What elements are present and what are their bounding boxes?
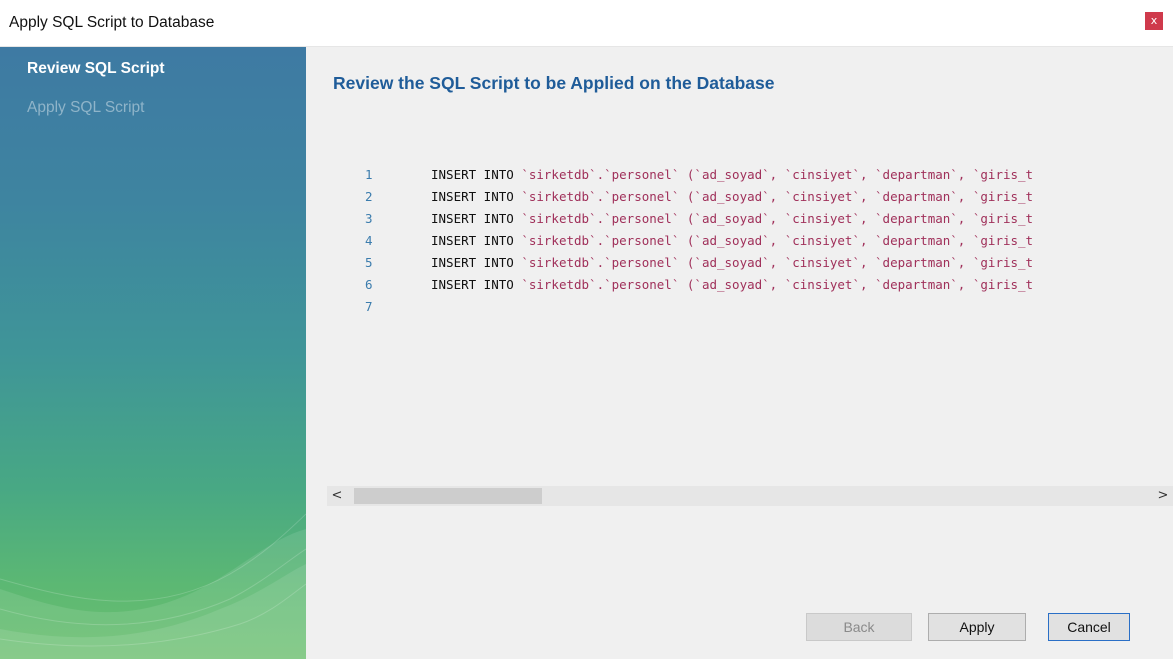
sql-statement-text: `sirketdb`.`personel` (`ad_soyad`, `cins… — [513, 255, 1034, 270]
sql-keyword: INSERT INTO — [431, 277, 514, 292]
line-number: 7 — [365, 299, 373, 314]
sql-keyword: INSERT INTO — [431, 211, 514, 226]
page-heading: Review the SQL Script to be Applied on t… — [333, 73, 775, 93]
window-title: Apply SQL Script to Database — [9, 14, 215, 31]
line-number: 1 — [365, 167, 373, 182]
line-number: 5 — [365, 255, 373, 270]
apply-button[interactable]: Apply — [928, 613, 1026, 641]
scroll-right-icon[interactable]: > — [1153, 486, 1173, 506]
horizontal-scrollbar[interactable]: < > — [327, 486, 1173, 506]
main-panel: Review the SQL Script to be Applied on t… — [306, 47, 1173, 659]
sql-keyword: INSERT INTO — [431, 189, 514, 204]
step-apply-sql-script: Apply SQL Script — [27, 99, 145, 116]
sql-keyword: INSERT INTO — [431, 255, 514, 270]
sql-script-editor[interactable]: 1 INSERT INTO `sirketdb`.`personel` (`ad… — [306, 150, 1173, 350]
wizard-sidebar: Review SQL Script Apply SQL Script — [0, 47, 306, 659]
close-button[interactable]: x — [1145, 12, 1163, 30]
line-number: 4 — [365, 233, 373, 248]
sql-keyword: INSERT INTO — [431, 233, 514, 248]
scrollbar-thumb[interactable] — [354, 488, 542, 504]
sql-statement-text: `sirketdb`.`personel` (`ad_soyad`, `cins… — [513, 277, 1034, 292]
step-review-sql-script: Review SQL Script — [27, 60, 165, 77]
scroll-left-icon[interactable]: < — [327, 486, 347, 506]
line-number: 6 — [365, 277, 373, 292]
title-bar: Apply SQL Script to Database x — [0, 0, 1173, 47]
sidebar-wave-decoration — [0, 513, 306, 659]
back-button[interactable]: Back — [806, 613, 912, 641]
cancel-button[interactable]: Cancel — [1048, 613, 1130, 641]
sql-statement-text: `sirketdb`.`personel` (`ad_soyad`, `cins… — [513, 233, 1034, 248]
line-number: 3 — [365, 211, 373, 226]
sql-keyword: INSERT INTO — [431, 167, 514, 182]
sql-statement-text: `sirketdb`.`personel` (`ad_soyad`, `cins… — [513, 211, 1034, 226]
line-number: 2 — [365, 189, 373, 204]
sql-statement-text: `sirketdb`.`personel` (`ad_soyad`, `cins… — [513, 167, 1034, 182]
sql-statement-text: `sirketdb`.`personel` (`ad_soyad`, `cins… — [513, 189, 1034, 204]
